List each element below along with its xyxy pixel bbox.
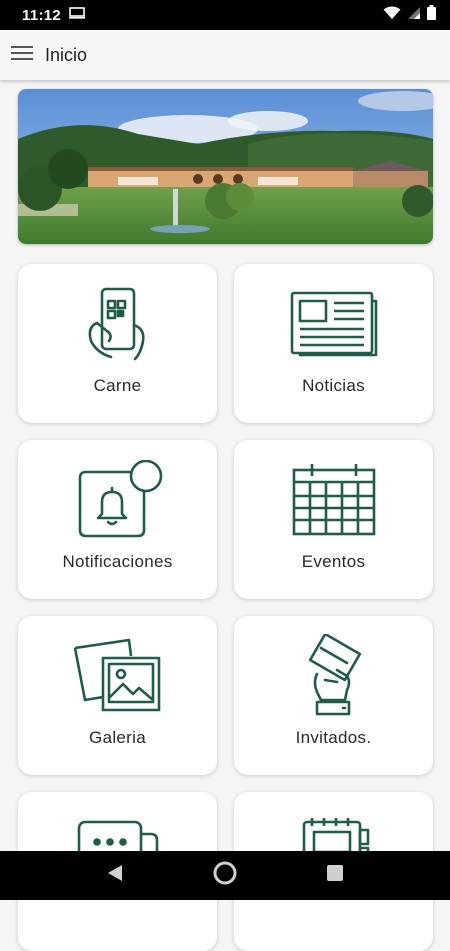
newspaper-icon [284, 284, 384, 364]
recents-button[interactable] [311, 856, 359, 896]
menu-card-galeria[interactable]: Galeria [18, 616, 217, 775]
hamburger-menu-icon [10, 44, 34, 67]
status-right [383, 5, 436, 25]
menu-card-carne[interactable]: Carne [18, 264, 217, 423]
wifi-icon [383, 6, 401, 25]
app-bar: Inicio [0, 30, 450, 80]
menu-card-eventos[interactable]: Eventos [234, 440, 433, 599]
photo-gallery-icon [68, 636, 168, 716]
signal-icon [407, 6, 421, 25]
menu-card-label: Noticias [302, 376, 365, 395]
menu-card-noticias[interactable]: Noticias [234, 264, 433, 423]
recents-icon [327, 865, 343, 886]
status-time: 11:12 [22, 6, 62, 24]
system-nav-bar [0, 851, 450, 900]
page-title: Inicio [45, 44, 88, 65]
home-button[interactable] [201, 856, 249, 896]
menu-card-notificaciones[interactable]: Notificaciones [18, 440, 217, 599]
hero-image [18, 89, 433, 244]
notification-bell-icon [68, 460, 168, 540]
menu-card-label: Eventos [301, 552, 366, 571]
menu-card-label: Notificaciones [62, 552, 173, 571]
calendar-icon [284, 460, 384, 540]
screen-icon [69, 6, 86, 24]
back-icon [107, 864, 123, 887]
battery-icon [427, 5, 436, 25]
guest-card-hand-icon [284, 634, 384, 716]
menu-card-label: Carne [93, 376, 142, 395]
menu-button[interactable] [0, 30, 44, 80]
menu-card-label: Invitados. [295, 728, 372, 747]
back-button[interactable] [91, 856, 139, 896]
phone-qr-icon [68, 284, 168, 364]
home-icon [212, 860, 238, 891]
status-bar: 11:12 [0, 0, 450, 30]
menu-card-invitados[interactable]: Invitados. [234, 616, 433, 775]
clubhouse-golf-course-photo [18, 89, 433, 244]
menu-grid: Carne Noticias Notificaciones Eventos Ga… [18, 264, 433, 951]
status-left: 11:12 [22, 6, 86, 24]
menu-card-label: Galeria [89, 728, 146, 747]
